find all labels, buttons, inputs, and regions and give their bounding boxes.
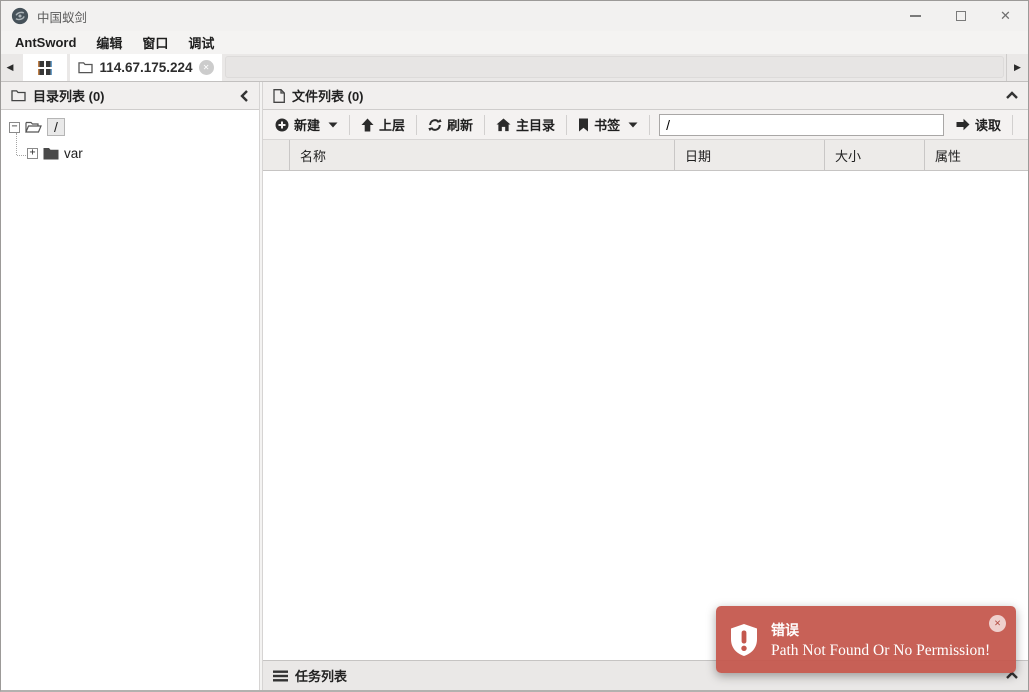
grid-icon xyxy=(38,60,52,75)
column-date[interactable]: 日期 xyxy=(675,140,825,170)
app-logo-icon xyxy=(11,7,29,25)
menu-antsword[interactable]: AntSword xyxy=(5,35,86,50)
toast-close-icon[interactable]: ✕ xyxy=(989,615,1006,632)
caret-down-icon xyxy=(628,122,638,128)
menu-bar: AntSword 编辑 窗口 调试 xyxy=(1,31,1028,54)
up-directory-button[interactable]: 上层 xyxy=(357,115,409,134)
toolbar-separator xyxy=(1012,114,1013,135)
file-list-empty-area xyxy=(263,171,1028,660)
caret-down-icon xyxy=(328,122,338,128)
new-button[interactable]: 新建 xyxy=(271,115,342,134)
directory-tree: − / + var xyxy=(1,110,259,690)
file-panel-title: 文件列表 (0) xyxy=(292,89,364,104)
toolbar-separator xyxy=(649,114,651,135)
close-icon: ✕ xyxy=(1000,8,1011,23)
tab-label: 114.67.175.224 xyxy=(99,60,193,75)
task-list-title: 任务列表 xyxy=(295,669,348,684)
arrow-right-icon xyxy=(956,118,970,131)
file-toolbar: 新建 上层 刷新 主目录 书签 / 读取 xyxy=(263,110,1028,140)
plus-circle-icon xyxy=(275,118,289,132)
refresh-button-label: 刷新 xyxy=(447,118,474,133)
folder-open-icon xyxy=(25,120,42,134)
shield-alert-icon xyxy=(730,623,758,657)
window-controls: ✕ xyxy=(893,1,1028,31)
window-title: 中国蚁剑 xyxy=(37,10,88,25)
read-button-label: 读取 xyxy=(974,118,1001,133)
toolbar-separator xyxy=(416,114,418,135)
file-table-header: 名称 日期 大小 属性 xyxy=(263,140,1028,171)
up-button-label: 上层 xyxy=(379,118,406,133)
task-list-icon xyxy=(273,670,288,682)
main-area: 目录列表 (0) − / + var 文件列表 (0) 新建 上层 刷新 主目录… xyxy=(1,82,1028,690)
toast-title: 错误 xyxy=(771,621,799,638)
tree-node-var[interactable]: + var xyxy=(27,142,251,164)
menu-edit[interactable]: 编辑 xyxy=(86,33,132,52)
toolbar-separator xyxy=(566,114,568,135)
directory-panel-header: 目录列表 (0) xyxy=(1,82,259,110)
refresh-icon xyxy=(428,118,442,132)
tab-scroll-right-icon[interactable]: ▶ xyxy=(1006,54,1028,81)
maximize-button[interactable] xyxy=(938,1,983,31)
column-select[interactable] xyxy=(263,140,290,170)
bookmark-icon xyxy=(578,118,589,132)
toast-content: 错误 Path Not Found Or No Permission! xyxy=(771,620,990,660)
home-directory-button[interactable]: 主目录 xyxy=(492,115,559,134)
column-attributes[interactable]: 属性 xyxy=(925,140,1028,170)
path-input[interactable] xyxy=(659,113,944,136)
column-size[interactable]: 大小 xyxy=(825,140,925,170)
toolbar-separator xyxy=(484,114,486,135)
home-button-label: 主目录 xyxy=(516,118,556,133)
tab-close-icon[interactable]: ✕ xyxy=(198,60,214,75)
directory-panel-title: 目录列表 (0) xyxy=(33,89,105,104)
minimize-icon xyxy=(910,15,921,17)
directory-panel: 目录列表 (0) − / + var xyxy=(1,82,259,690)
minimize-button[interactable] xyxy=(893,1,938,31)
folder-icon xyxy=(78,61,94,74)
column-name[interactable]: 名称 xyxy=(290,140,675,170)
title-bar: 中国蚁剑 ✕ xyxy=(1,1,1028,31)
toast-message: Path Not Found Or No Permission! xyxy=(771,641,991,659)
tree-node-label[interactable]: / xyxy=(47,118,65,136)
tab-connection-list[interactable] xyxy=(23,54,67,81)
tab-scroll-left-icon[interactable]: ◀ xyxy=(1,54,19,81)
tab-shell-session[interactable]: 114.67.175.224 ✕ xyxy=(70,54,222,81)
toolbar-separator xyxy=(349,114,351,135)
refresh-button[interactable]: 刷新 xyxy=(424,115,477,134)
collapse-left-icon[interactable] xyxy=(240,89,249,102)
tree-node-root[interactable]: − / xyxy=(9,116,251,138)
tab-strip-empty xyxy=(225,56,1004,78)
error-toast: 错误 Path Not Found Or No Permission! ✕ xyxy=(716,606,1016,673)
collapse-up-icon[interactable] xyxy=(1006,91,1018,100)
file-panel-header: 文件列表 (0) xyxy=(263,82,1028,110)
file-panel: 文件列表 (0) 新建 上层 刷新 主目录 书签 / 读取 名称 日期 大小 属… xyxy=(263,82,1028,690)
read-button[interactable]: 读取 xyxy=(952,115,1005,134)
collapse-node-icon[interactable]: − xyxy=(9,121,20,133)
arrow-up-icon xyxy=(361,118,374,132)
bookmark-button-label: 书签 xyxy=(594,118,621,133)
tree-node-label[interactable]: var xyxy=(64,146,83,161)
tab-bar: ◀ 114.67.175.224 ✕ ▶ xyxy=(1,54,1028,82)
home-icon xyxy=(496,117,511,132)
new-button-label: 新建 xyxy=(294,118,321,133)
menu-debug[interactable]: 调试 xyxy=(178,33,224,52)
maximize-icon xyxy=(955,11,966,21)
expand-node-icon[interactable]: + xyxy=(27,147,38,159)
antsword-window: 中国蚁剑 ✕ AntSword 编辑 窗口 调试 ◀ 114.67.175.22… xyxy=(0,0,1029,692)
bookmark-button[interactable]: 书签 xyxy=(574,115,642,134)
folder-icon xyxy=(43,147,59,160)
menu-window[interactable]: 窗口 xyxy=(132,33,178,52)
file-icon xyxy=(273,88,285,103)
close-button[interactable]: ✕ xyxy=(983,1,1028,31)
folder-icon xyxy=(11,89,26,102)
